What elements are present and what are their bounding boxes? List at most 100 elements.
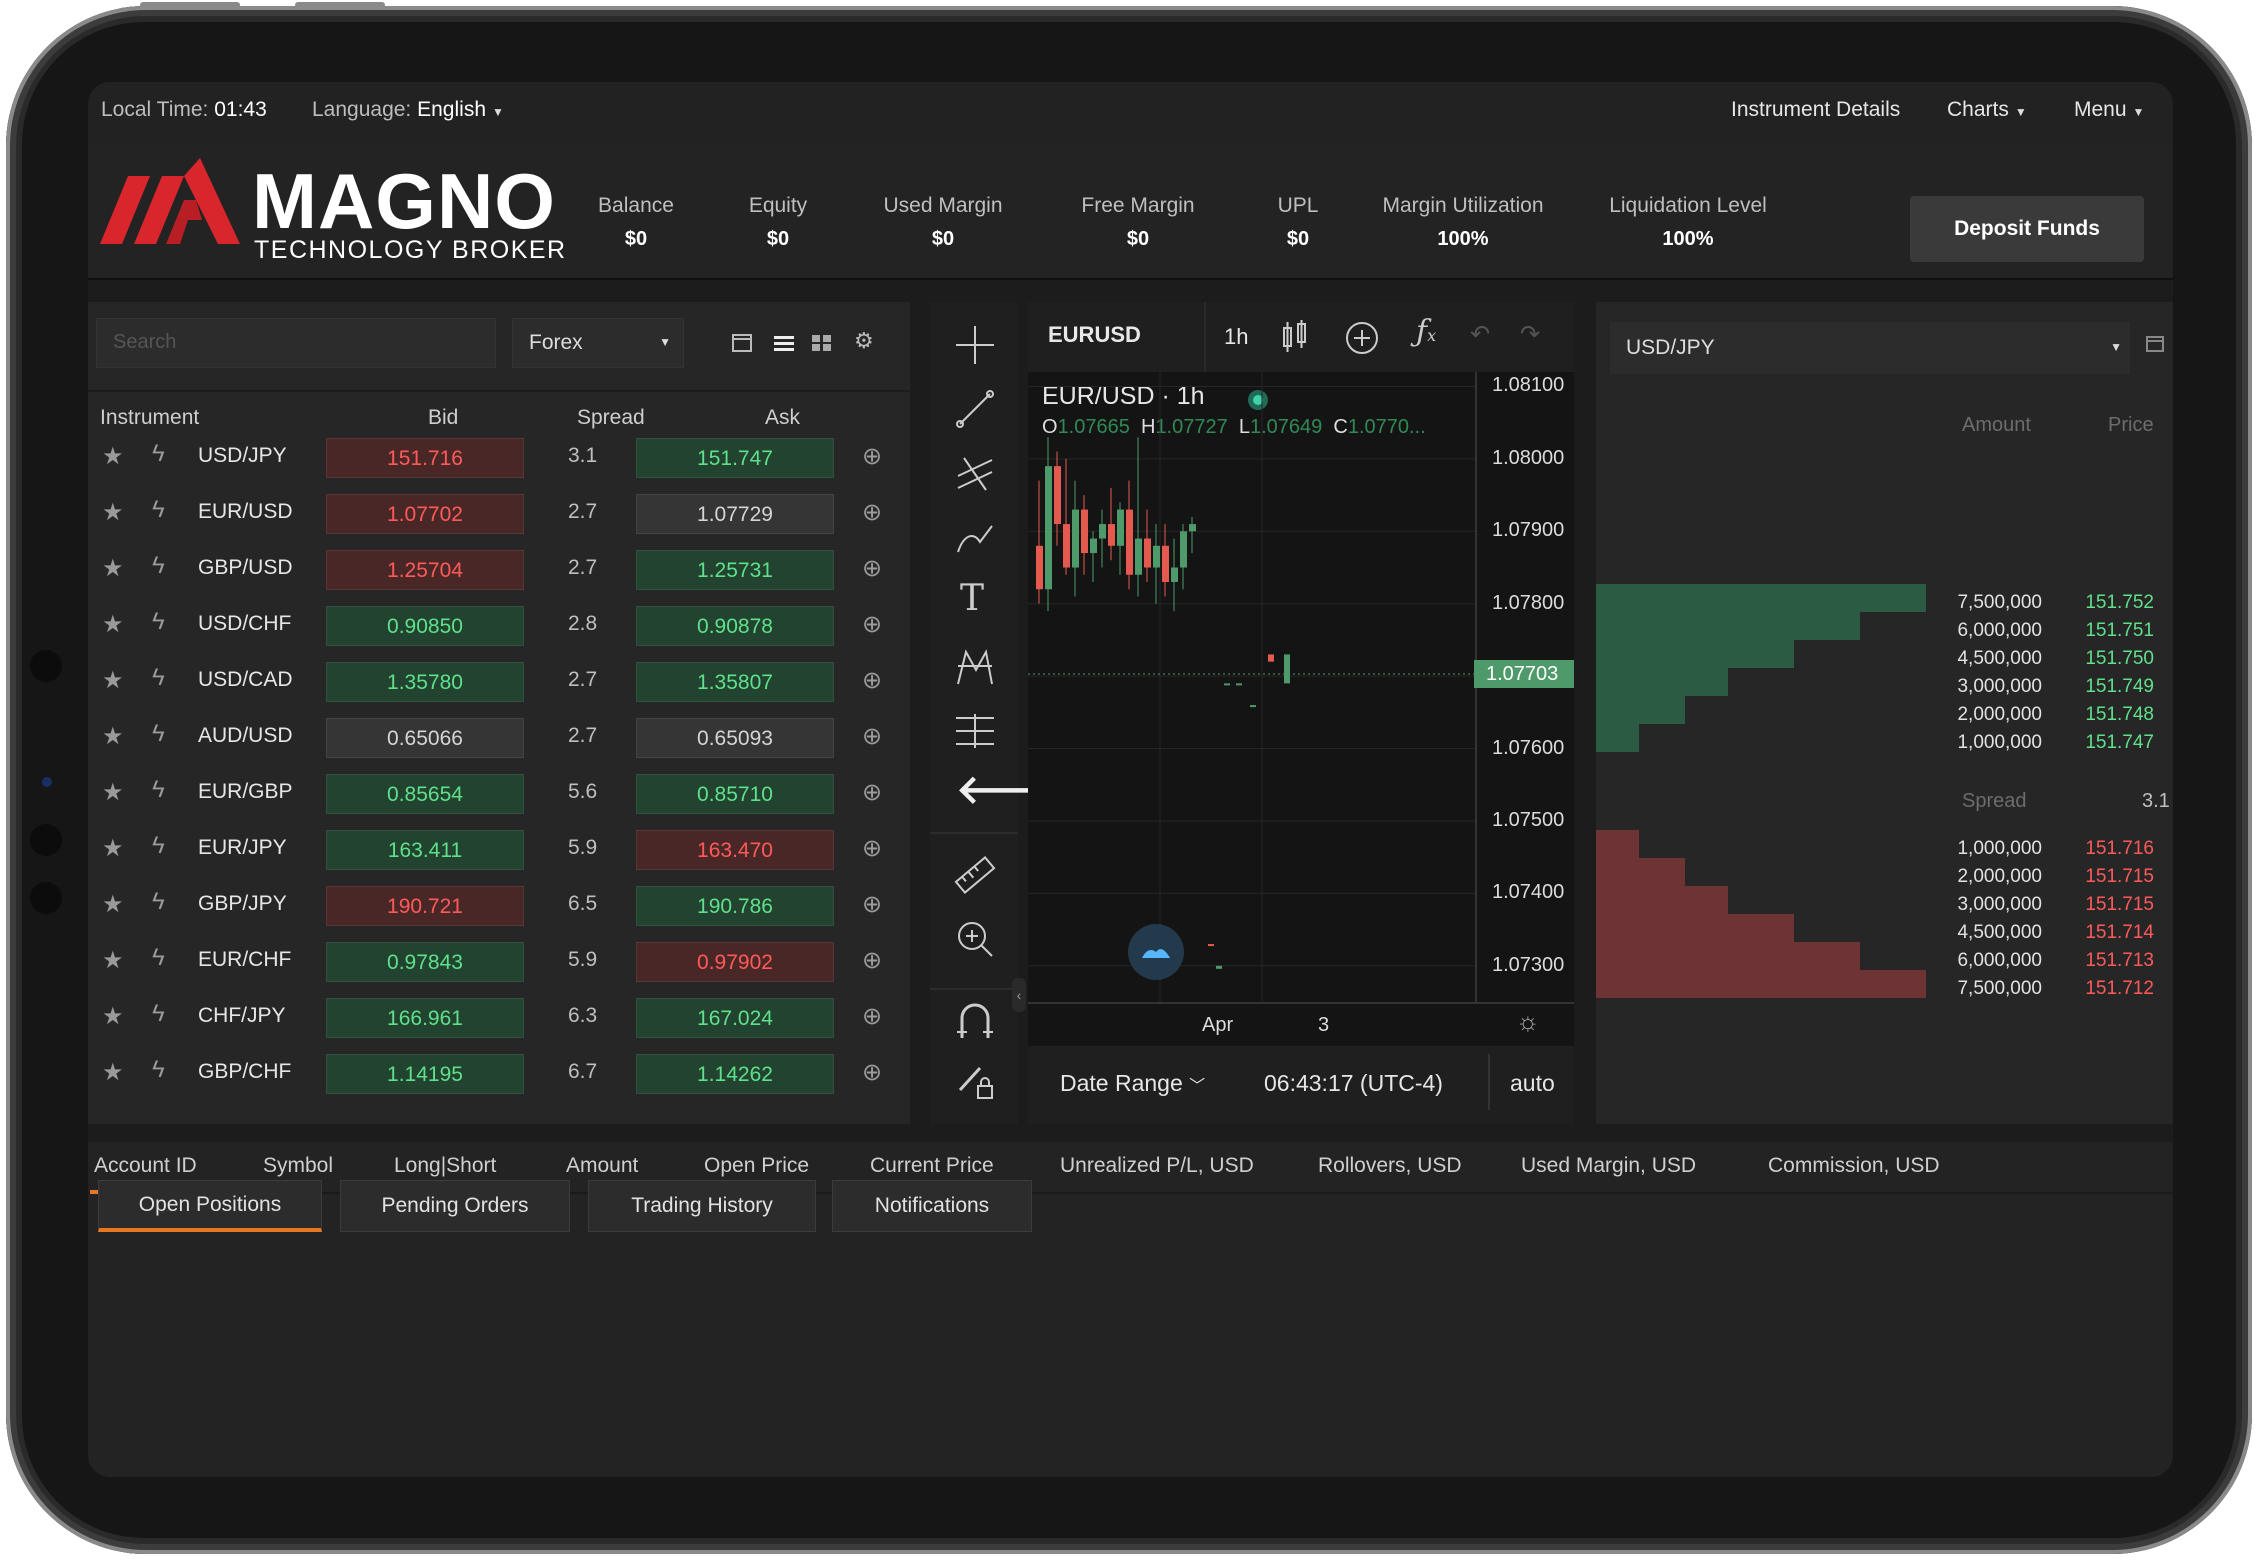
- crosshair-icon[interactable]: [954, 324, 996, 366]
- ask-price[interactable]: 151.748: [2074, 704, 2154, 726]
- star-icon[interactable]: ★: [102, 498, 124, 527]
- tab-notifications[interactable]: Notifications: [832, 1180, 1032, 1232]
- watchlist-row[interactable]: ★ ϟ EUR/USD 1.07702 2.7 1.07729 ⊕: [88, 486, 910, 542]
- main-menu[interactable]: Menu ▼: [2074, 98, 2144, 122]
- chart-symbol[interactable]: EURUSD: [1048, 322, 1141, 348]
- column-header[interactable]: Long|Short: [394, 1154, 496, 1178]
- undo-icon[interactable]: ↶: [1470, 320, 1490, 349]
- text-tool-icon[interactable]: T: [960, 578, 984, 619]
- star-icon[interactable]: ★: [102, 554, 124, 583]
- bid-price[interactable]: 151.712: [2074, 978, 2154, 1000]
- bolt-icon[interactable]: ϟ: [152, 552, 165, 580]
- grid-view-icon[interactable]: [812, 334, 832, 352]
- orderbook-symbol-select[interactable]: USD/JPY ▼: [1610, 322, 2130, 374]
- ask-price[interactable]: 151.747: [2074, 732, 2154, 754]
- star-icon[interactable]: ★: [102, 946, 124, 975]
- bolt-icon[interactable]: ϟ: [152, 1056, 165, 1084]
- bid-price-button[interactable]: 0.65066: [326, 718, 524, 758]
- fib-tool-icon[interactable]: [954, 710, 996, 752]
- ask-price[interactable]: 151.749: [2074, 676, 2154, 698]
- bid-price-button[interactable]: 0.90850: [326, 606, 524, 646]
- column-header[interactable]: Open Price: [704, 1154, 809, 1178]
- bolt-icon[interactable]: ϟ: [152, 720, 165, 748]
- bid-price-button[interactable]: 163.411: [326, 830, 524, 870]
- bolt-icon[interactable]: ϟ: [152, 832, 165, 860]
- bid-price-button[interactable]: 1.35780: [326, 662, 524, 702]
- bid-price[interactable]: 151.716: [2074, 838, 2154, 860]
- brush-icon[interactable]: [954, 516, 996, 558]
- column-header[interactable]: Amount: [566, 1154, 638, 1178]
- ask-price-button[interactable]: 1.35807: [636, 662, 834, 702]
- ask-price-button[interactable]: 0.97902: [636, 942, 834, 982]
- add-indicator-icon[interactable]: [1344, 320, 1380, 356]
- ruler-icon[interactable]: [954, 854, 996, 896]
- star-icon[interactable]: ★: [102, 442, 124, 471]
- watchlist-row[interactable]: ★ ϟ EUR/JPY 163.411 5.9 163.470 ⊕: [88, 822, 910, 878]
- crosshair-target-icon[interactable]: ⊕: [862, 890, 882, 919]
- bolt-icon[interactable]: ϟ: [152, 608, 165, 636]
- column-header[interactable]: Rollovers, USD: [1318, 1154, 1462, 1178]
- crosshair-target-icon[interactable]: ⊕: [862, 1058, 882, 1087]
- watchlist-row[interactable]: ★ ϟ AUD/USD 0.65066 2.7 0.65093 ⊕: [88, 710, 910, 766]
- tradingview-logo-icon[interactable]: [1128, 924, 1184, 980]
- candle-type-icon[interactable]: [1280, 320, 1310, 354]
- crosshair-target-icon[interactable]: ⊕: [862, 610, 882, 639]
- zoom-in-icon[interactable]: [954, 918, 996, 960]
- column-header[interactable]: Account ID: [94, 1154, 197, 1178]
- chart-settings-icon[interactable]: ☼: [1516, 1006, 1540, 1037]
- ask-price-button[interactable]: 0.90878: [636, 606, 834, 646]
- watchlist-row[interactable]: ★ ϟ GBP/USD 1.25704 2.7 1.25731 ⊕: [88, 542, 910, 598]
- collapse-toolbar-handle[interactable]: ‹: [1012, 978, 1026, 1012]
- ask-price[interactable]: 151.751: [2074, 620, 2154, 642]
- crosshair-target-icon[interactable]: ⊕: [862, 722, 882, 751]
- column-header[interactable]: Symbol: [263, 1154, 333, 1178]
- star-icon[interactable]: ★: [102, 834, 124, 863]
- star-icon[interactable]: ★: [102, 1058, 124, 1087]
- bid-price-button[interactable]: 1.07702: [326, 494, 524, 534]
- crosshair-target-icon[interactable]: ⊕: [862, 554, 882, 583]
- magnet-icon[interactable]: [954, 1000, 996, 1042]
- pattern-icon[interactable]: [954, 646, 996, 688]
- bolt-icon[interactable]: ϟ: [152, 440, 165, 468]
- column-header[interactable]: Current Price: [870, 1154, 994, 1178]
- crosshair-target-icon[interactable]: ⊕: [862, 498, 882, 527]
- star-icon[interactable]: ★: [102, 610, 124, 639]
- charts-menu[interactable]: Charts ▼: [1947, 98, 2027, 122]
- pitchfork-icon[interactable]: [954, 452, 996, 494]
- bid-price-button[interactable]: 190.721: [326, 886, 524, 926]
- crosshair-target-icon[interactable]: ⊕: [862, 834, 882, 863]
- column-header[interactable]: Unrealized P/L, USD: [1060, 1154, 1254, 1178]
- lock-drawing-icon[interactable]: [954, 1060, 996, 1102]
- ask-price-button[interactable]: 163.470: [636, 830, 834, 870]
- star-icon[interactable]: ★: [102, 1002, 124, 1031]
- bolt-icon[interactable]: ϟ: [152, 664, 165, 692]
- auto-scale-button[interactable]: auto: [1510, 1070, 1555, 1097]
- redo-icon[interactable]: ↷: [1520, 320, 1540, 349]
- bolt-icon[interactable]: ϟ: [152, 1000, 165, 1028]
- tab-trading-history[interactable]: Trading History: [588, 1180, 816, 1232]
- bolt-icon[interactable]: ϟ: [152, 888, 165, 916]
- window-icon[interactable]: [732, 334, 752, 352]
- bolt-icon[interactable]: ϟ: [152, 944, 165, 972]
- crosshair-target-icon[interactable]: ⊕: [862, 778, 882, 807]
- bid-price-button[interactable]: 1.25704: [326, 550, 524, 590]
- language-selector[interactable]: Language: English ▼: [312, 98, 504, 122]
- ask-price-button[interactable]: 151.747: [636, 438, 834, 478]
- ask-price-button[interactable]: 1.14262: [636, 1054, 834, 1094]
- watchlist-row[interactable]: ★ ϟ USD/JPY 151.716 3.1 151.747 ⊕: [88, 430, 910, 486]
- search-input[interactable]: Search: [96, 318, 496, 368]
- crosshair-target-icon[interactable]: ⊕: [862, 442, 882, 471]
- bid-price[interactable]: 151.713: [2074, 950, 2154, 972]
- watchlist-row[interactable]: ★ ϟ USD/CHF 0.90850 2.8 0.90878 ⊕: [88, 598, 910, 654]
- star-icon[interactable]: ★: [102, 778, 124, 807]
- column-header[interactable]: Used Margin, USD: [1521, 1154, 1696, 1178]
- star-icon[interactable]: ★: [102, 722, 124, 751]
- bolt-icon[interactable]: ϟ: [152, 776, 165, 804]
- star-icon[interactable]: ★: [102, 890, 124, 919]
- bid-price-button[interactable]: 166.961: [326, 998, 524, 1038]
- category-select[interactable]: Forex ▼: [512, 318, 684, 368]
- ask-price[interactable]: 151.752: [2074, 592, 2154, 614]
- ask-price-button[interactable]: 190.786: [636, 886, 834, 926]
- watchlist-row[interactable]: ★ ϟ CHF/JPY 166.961 6.3 167.024 ⊕: [88, 990, 910, 1046]
- ask-price-button[interactable]: 0.65093: [636, 718, 834, 758]
